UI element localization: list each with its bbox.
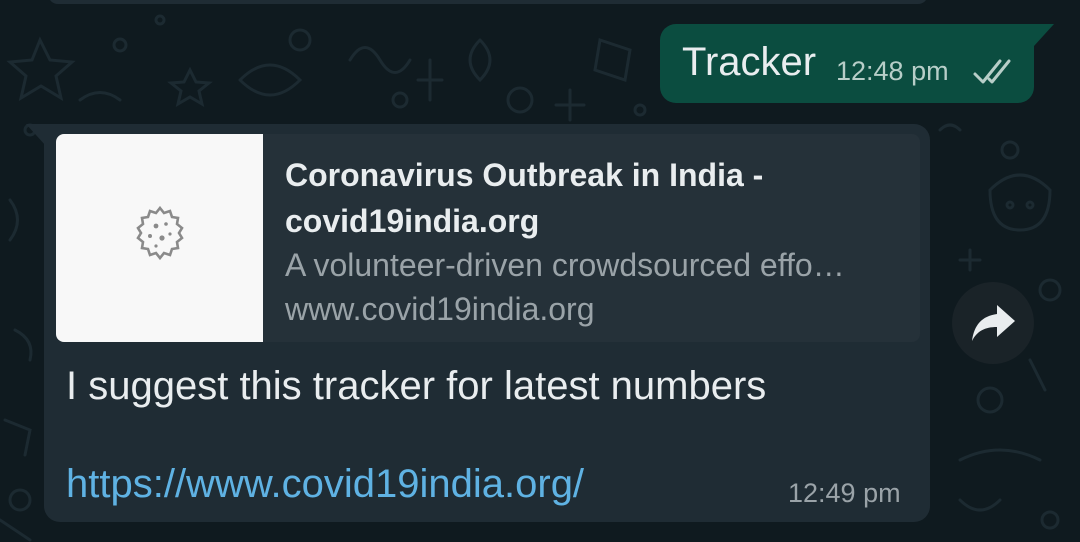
outgoing-message-time: 12:48 pm (836, 56, 949, 86)
link-preview-card[interactable]: Coronavirus Outbreak in India - covid19i… (56, 134, 920, 342)
incoming-message-time: 12:49 pm (788, 478, 901, 508)
double-check-icon (973, 59, 1011, 84)
link-preview-domain: www.covid19india.org (285, 291, 595, 327)
chat-background: Tracker 12:48 pm Coronavirus Outbreak in… (0, 0, 1080, 542)
link-preview-thumbnail (56, 134, 263, 342)
message-link[interactable]: https://www.covid19india.org/ (66, 458, 584, 510)
link-preview-description: A volunteer-driven crowdsourced effo… (285, 247, 845, 283)
forward-button[interactable] (952, 282, 1034, 364)
outgoing-message-text: Tracker (682, 40, 817, 84)
incoming-message-text: I suggest this tracker for latest number… (66, 364, 767, 408)
outgoing-bubble-tail (1034, 24, 1054, 46)
virus-icon (136, 205, 184, 261)
incoming-message-bubble[interactable]: Coronavirus Outbreak in India - covid19i… (44, 124, 930, 522)
outgoing-message-bubble[interactable]: Tracker 12:48 pm (660, 24, 1034, 103)
previous-message-bubble (48, 0, 928, 4)
incoming-bubble-tail (26, 124, 46, 146)
link-preview-title: Coronavirus Outbreak in India - covid19i… (285, 157, 764, 239)
forward-arrow-icon (972, 305, 1015, 341)
